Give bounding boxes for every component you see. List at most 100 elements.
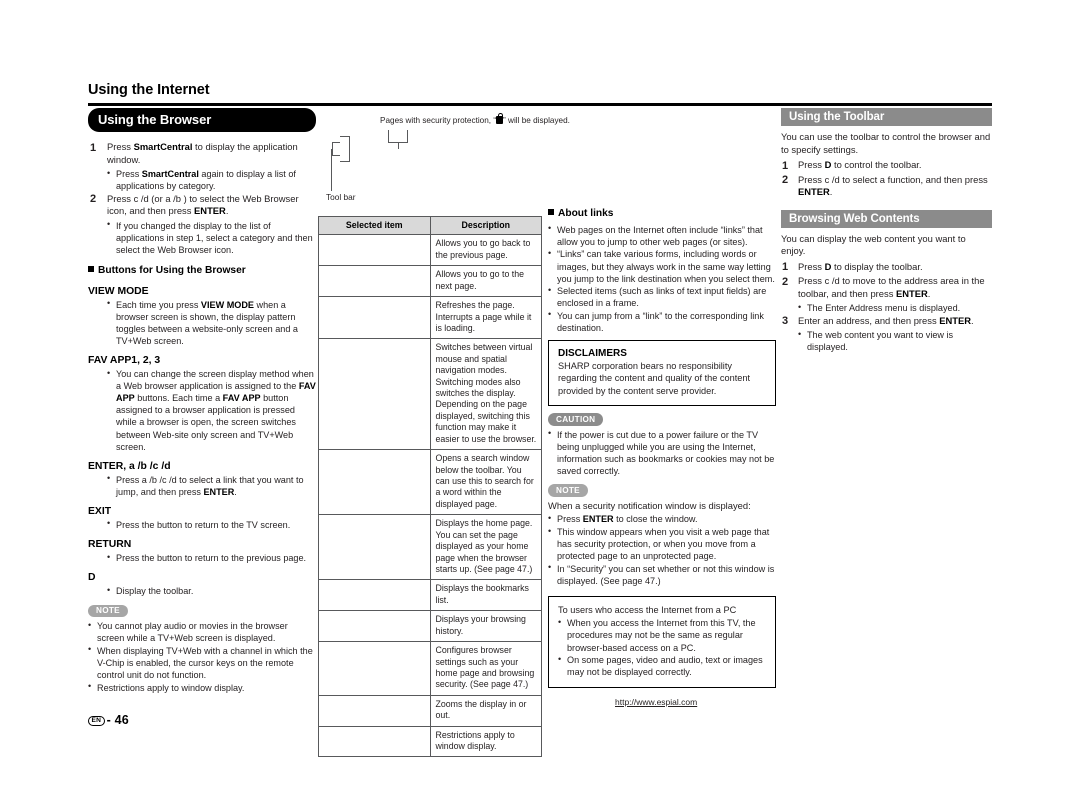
button-description-bullet: You can change the screen display method… bbox=[107, 368, 316, 453]
button-description-bullet-text: buttons. Each time a bbox=[134, 393, 223, 404]
caution-list: If the power is cut due to a power failu… bbox=[548, 428, 776, 477]
table-cell-line: Displays the home page. You can set the … bbox=[435, 518, 533, 574]
table-cell-selected-item bbox=[318, 514, 431, 581]
button-keyword: VIEW MODE bbox=[88, 285, 149, 297]
table-cell-selected-item bbox=[318, 449, 431, 516]
right-notes-list: Press ENTER to close the window. This win… bbox=[548, 513, 776, 587]
table-header-row: Selected item Description bbox=[318, 215, 542, 236]
step-sub-bullet: The Enter Address menu is displayed. bbox=[798, 301, 992, 314]
about-links-bullet-text: You can jump from a “link” to the corres… bbox=[557, 310, 764, 333]
note-badge: NOTE bbox=[548, 484, 588, 497]
region-code-badge: EN bbox=[88, 716, 105, 727]
button-keyword: RETURN bbox=[88, 539, 132, 551]
table-cell-description: Configures browser settings such as your… bbox=[429, 641, 542, 696]
pc-users-bullet: When you access the Internet from this T… bbox=[558, 617, 766, 653]
header-divider bbox=[88, 103, 992, 106]
browsing-section-intro: You can display the web content you want… bbox=[781, 232, 966, 257]
table-row: Displays your browsing history. bbox=[318, 610, 542, 643]
button-keyword: D bbox=[88, 572, 96, 584]
note-bullet: Press ENTER to close the window. bbox=[548, 513, 776, 525]
table-row: Displays the bookmarks list. bbox=[318, 579, 542, 612]
browsing-steps-list: 1 Press D to display the toolbar. 2 Press c… bbox=[781, 261, 992, 354]
step-sub-bullet-text: If you changed the display to the list o… bbox=[116, 220, 313, 255]
disclaimers-body: SHARP corporation bears no responsibilit… bbox=[558, 361, 751, 396]
button-description-bullet: Press the button to return to the previo… bbox=[107, 552, 316, 564]
step-body-text: . bbox=[225, 205, 229, 217]
table-cell-line: Opens a search window below the toolbar.… bbox=[435, 453, 534, 509]
espial-url-link[interactable]: http://www.espial.com bbox=[615, 697, 697, 707]
note-bullet: This window appears when you visit a web… bbox=[548, 526, 776, 562]
disclaimers-box: DISCLAIMERS SHARP corporation bears no r… bbox=[548, 340, 776, 407]
caution-bullet-text: If the power is cut due to a power failu… bbox=[557, 429, 775, 476]
note-bullet: In “Security” you can set whether or not… bbox=[548, 562, 776, 587]
step-body-text: to control the toolbar. bbox=[831, 159, 922, 170]
security-protection-caption: Pages with security protection, “” will … bbox=[380, 113, 570, 126]
table-cell-line: Displays your browsing history. bbox=[435, 614, 526, 636]
disclaimers-title: DISCLAIMERS bbox=[558, 348, 627, 360]
page-number-value: 46 bbox=[114, 713, 129, 727]
table-cell-line: Configures browser settings such as your… bbox=[435, 645, 535, 690]
pc-users-bullet-text: On some pages, video and audio, text or … bbox=[567, 655, 763, 678]
note-bullet-text: to close the window. bbox=[613, 514, 698, 525]
table-cell-line: Displays the bookmarks list. bbox=[435, 583, 529, 605]
note-bullet: When displaying TV+Web with a channel in… bbox=[88, 644, 316, 681]
step-item: 1 Press D to display the toolbar. bbox=[781, 261, 992, 274]
button-keyword: ENTER, a /b /c /d bbox=[88, 460, 171, 472]
note-bullet-text: You cannot play audio or movies in the b… bbox=[97, 621, 288, 644]
button-description-bullet-text: Press the button to return to the previo… bbox=[116, 553, 307, 564]
about-links-bullet-text: Web pages on the Internet often include … bbox=[557, 224, 763, 247]
section-heading-browsing-web-contents: Browsing Web Contents bbox=[781, 209, 992, 228]
table-row: Switches between virtual mouse and spati… bbox=[318, 338, 542, 451]
table-row: Opens a search window below the toolbar.… bbox=[318, 449, 542, 516]
step-item: 1 Press D to control the toolbar. bbox=[781, 159, 992, 172]
caution-bullet: If the power is cut due to a power failu… bbox=[548, 428, 776, 477]
bracket-outer bbox=[340, 136, 350, 162]
buttons-for-using-the-browser-heading: Buttons for Using the Browser bbox=[88, 265, 316, 278]
step-number: 2 bbox=[782, 275, 789, 288]
step-body-text: Press bbox=[798, 159, 825, 170]
table-cell-description: Restrictions apply to window display. bbox=[429, 725, 542, 758]
step-body-text: Enter an address, and then press bbox=[798, 314, 940, 326]
toolbar-functions-table: Selected item Description Allows you to … bbox=[318, 215, 542, 758]
table-cell-selected-item bbox=[318, 265, 431, 298]
pc-users-title: To users who access the Internet from a … bbox=[558, 605, 737, 616]
table-body: Allows you to go back to the previous pa… bbox=[318, 234, 542, 758]
step-body-text: to display the toolbar. bbox=[831, 260, 923, 272]
column-header-description: Description bbox=[429, 215, 542, 236]
table-cell-description: Displays the bookmarks list. bbox=[429, 579, 542, 612]
buttons-heading-label: Buttons for Using the Browser bbox=[98, 264, 246, 276]
step-sub-bullet-text: Press bbox=[116, 169, 142, 179]
table-cell-line: Restrictions apply to window display. bbox=[435, 729, 515, 752]
step-sub-bullet: If you changed the display to the list o… bbox=[107, 219, 316, 256]
table-row: Restrictions apply to window display. bbox=[318, 725, 542, 758]
step-item: 3 Enter an address, and then press ENTER. bbox=[781, 315, 992, 328]
button-keyword: EXIT bbox=[88, 505, 112, 517]
step-number: 1 bbox=[782, 159, 789, 172]
button-description-bullet: Press a /b /c /d to select a link that y… bbox=[107, 473, 316, 498]
toolbar-steps-list: 1 Press D to control the toolbar. 2 Press c… bbox=[781, 159, 992, 199]
table-row: Configures browser settings such as your… bbox=[318, 641, 542, 696]
table-cell-selected-item bbox=[318, 610, 431, 643]
table-row: Zooms the display in or out. bbox=[318, 694, 542, 727]
step-item: 1 Press SmartCentral to display the appli… bbox=[88, 141, 316, 166]
button-description-bullet: Each time you press VIEW MODE when a bro… bbox=[107, 298, 316, 347]
table-cell-description: Allows you to go back to the previous pa… bbox=[429, 234, 542, 267]
about-links-bullet: “Links” can take various forms, includin… bbox=[548, 248, 776, 284]
button-description-bullet: Press the button to return to the TV scr… bbox=[107, 518, 316, 531]
note-bullet-text: Restrictions apply to window display. bbox=[97, 682, 245, 693]
manual-page: Using the Internet Using the Browser 1 Pr… bbox=[0, 0, 1080, 793]
button-description-bullet-text: Press the button to return to the TV scr… bbox=[116, 519, 291, 530]
middle-column: Pages with security protection, “” will … bbox=[318, 108, 570, 758]
about-links-bullet: Web pages on the Internet often include … bbox=[548, 223, 776, 248]
table-cell-line: Zooms the display in or out. bbox=[435, 698, 527, 721]
column-header-selected-item: Selected item bbox=[318, 215, 431, 236]
table-row: Allows you to go to the next page. bbox=[318, 265, 542, 298]
step-body-emphasis: ENTER bbox=[798, 186, 830, 197]
page-title: Using the Internet bbox=[88, 82, 210, 98]
step-sub-bullet-text: The web content you want to view is disp… bbox=[807, 330, 954, 353]
far-right-column: Using the Toolbar You can use the toolba… bbox=[781, 108, 992, 354]
step-body-text: . bbox=[927, 287, 931, 299]
page-number-footer: EN - 46 bbox=[88, 713, 129, 727]
note-bullet-text: This window appears when you visit a web… bbox=[557, 527, 770, 562]
button-description-bullet: Display the toolbar. bbox=[107, 585, 316, 597]
